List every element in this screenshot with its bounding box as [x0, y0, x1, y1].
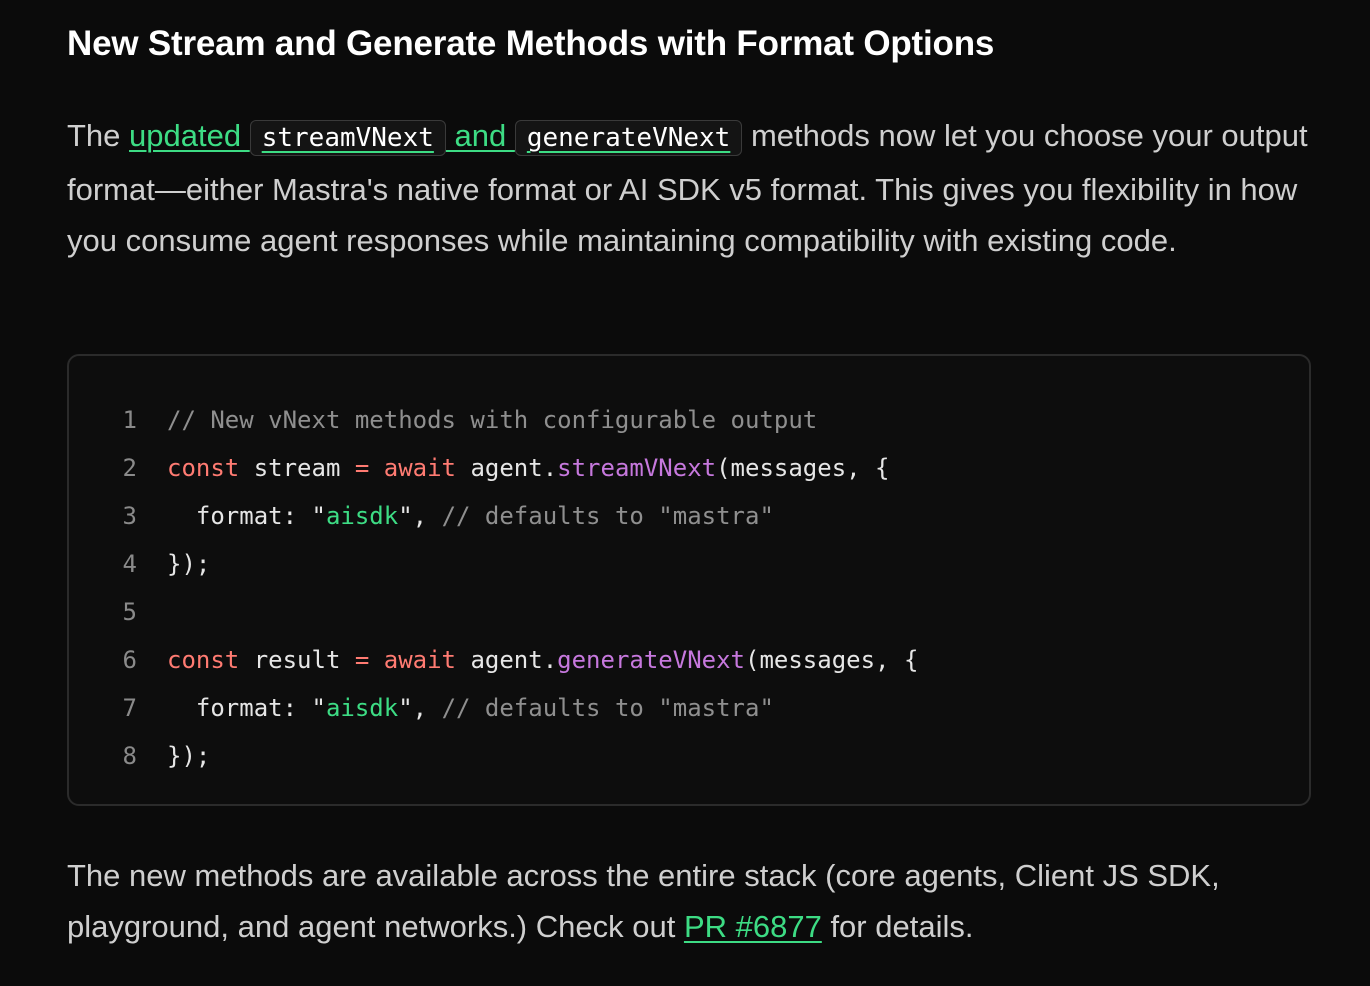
code-token: agent. [456, 646, 558, 674]
code-line: 5 [69, 588, 1309, 636]
code-token: ", [398, 694, 442, 722]
code-token: streamVNext [557, 454, 717, 482]
code-content: // New vNext methods with configurable o… [167, 396, 817, 444]
code-token: agent. [456, 454, 558, 482]
code-token: }); [167, 742, 211, 770]
code-content: const stream = await agent.streamVNext(m… [167, 444, 890, 492]
code-token: await [383, 454, 456, 482]
pr-link[interactable]: PR #6877 [684, 909, 822, 944]
code-content: format: "aisdk", // defaults to "mastra" [167, 684, 774, 732]
code-block: 1 // New vNext methods with configurable … [67, 354, 1311, 806]
code-token: result [239, 646, 355, 674]
section-heading: New Stream and Generate Methods with For… [67, 24, 995, 63]
code-line: 6 const result = await agent.generateVNex… [69, 636, 1309, 684]
code-content: const result = await agent.generateVNext… [167, 636, 918, 684]
line-number: 2 [122, 454, 137, 482]
code-token: const [167, 454, 240, 482]
code-line: 1 // New vNext methods with configurable … [69, 396, 1309, 444]
code-token: await [383, 646, 456, 674]
code-token: aisdk [325, 694, 399, 722]
code-line: 2 const stream = await agent.streamVNext(… [69, 444, 1309, 492]
line-number: 6 [122, 646, 137, 674]
code-line: 7 format: "aisdk", // defaults to "mastr… [69, 684, 1309, 732]
code-token: format: " [167, 502, 326, 530]
code-content: }); [167, 540, 210, 588]
code-token: stream [239, 454, 355, 482]
line-number: 8 [122, 742, 137, 770]
generate-vnext-inline-code[interactable]: generateVNext [514, 120, 743, 156]
code-token: (messages, { [716, 454, 890, 482]
code-token: }); [167, 550, 211, 578]
intro-paragraph: The updated streamVNext and generateVNex… [67, 110, 1317, 266]
code-token: const [167, 646, 240, 674]
line-number: 3 [122, 502, 137, 530]
and-link[interactable]: and [446, 118, 515, 153]
outro-text-after: for details. [821, 909, 974, 944]
outro-text: The new methods are available across the… [67, 858, 1220, 944]
code-token: (messages, { [745, 646, 919, 674]
stream-vnext-inline-code[interactable]: streamVNext [249, 120, 446, 156]
intro-text-the: The [67, 118, 130, 153]
code-token: ", [398, 502, 442, 530]
line-number: 1 [122, 406, 137, 434]
line-number: 4 [122, 550, 137, 578]
line-number: 7 [122, 694, 137, 722]
code-content: format: "aisdk", // defaults to "mastra" [167, 492, 774, 540]
updated-link[interactable]: updated [129, 118, 250, 153]
outro-paragraph: The new methods are available across the… [67, 850, 1317, 952]
code-token: // defaults to "mastra" [441, 694, 774, 722]
line-number: 5 [122, 598, 137, 626]
code-token: generateVNext [557, 646, 745, 674]
code-token: aisdk [325, 502, 399, 530]
code-token: = [354, 454, 370, 482]
code-line: 4}); [69, 540, 1309, 588]
code-token: format: " [167, 694, 326, 722]
code-token: // defaults to "mastra" [441, 502, 774, 530]
code-token: = [354, 646, 370, 674]
code-line: 8}); [69, 732, 1309, 780]
code-line: 3 format: "aisdk", // defaults to "mastr… [69, 492, 1309, 540]
code-content: }); [167, 732, 210, 780]
code-token: // New vNext methods with configurable o… [167, 406, 818, 434]
